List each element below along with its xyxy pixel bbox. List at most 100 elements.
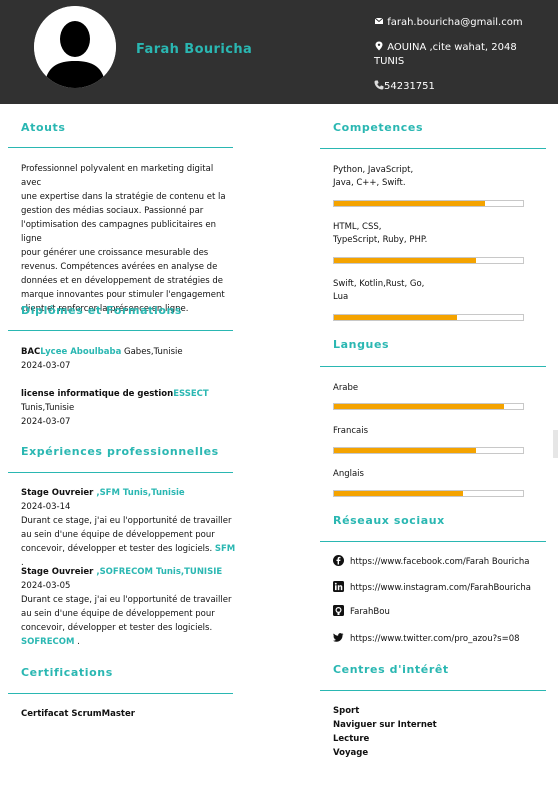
skill-bar: [333, 314, 524, 321]
experience-desc-line: Durant ce stage, j'ai eu l'opportunité d…: [21, 595, 232, 605]
experience-tail: SOFRECOM: [21, 637, 75, 647]
social-link-text[interactable]: https://www.instagram.com/FarahBouricha: [350, 583, 531, 593]
social-link-text[interactable]: https://www.facebook.com/Farah Bouricha: [350, 557, 529, 567]
experience-tail: SFM: [214, 544, 236, 554]
location-pin-icon: [375, 41, 383, 51]
interest-item: Voyage: [333, 748, 369, 758]
skill-label: Java, C++, Swift.: [333, 178, 406, 188]
skill-bar-fill: [334, 258, 476, 263]
competences-divider: [320, 148, 546, 149]
address-line: AOUINA ,cite wahat, 2048 TUNIS: [374, 41, 517, 69]
language-bar-fill: [334, 491, 463, 496]
atouts-line: pour générer une croissance mesurable de…: [21, 248, 209, 258]
twitter-icon: [333, 633, 344, 642]
competences-title: Competences: [333, 121, 424, 134]
email-line: farah.bouricha@gmail.com: [374, 16, 523, 30]
language-label: Arabe: [333, 383, 359, 393]
diploma-item: license informatique de gestionESSECT Tu…: [21, 387, 236, 429]
facebook-icon: [333, 555, 344, 566]
language-bar-fill: [334, 404, 505, 409]
experience-role: Stage Ouvreier: [21, 567, 94, 577]
linkedin-icon: [333, 581, 344, 592]
social-link-twitter[interactable]: https://www.twitter.com/pro_azou?s=08: [333, 632, 520, 645]
skill-bar: [333, 257, 524, 264]
github-icon: [333, 605, 344, 616]
interest-item: Naviguer sur Internet: [333, 720, 437, 730]
experience-desc-line: au sein d'une équipe de développement po…: [21, 609, 215, 619]
interest-item: Sport: [333, 706, 360, 716]
language-label: Anglais: [333, 469, 364, 479]
diploma-date: 2024-03-07: [21, 361, 71, 371]
skill-label: Lua: [333, 292, 349, 302]
certifications-divider: [8, 693, 233, 694]
language-label: Francais: [333, 426, 369, 436]
avatar: [34, 6, 116, 88]
certifications-title: Certifications: [21, 666, 113, 679]
skill-item: HTML, CSS, TypeScript, Ruby, PHP.: [333, 221, 533, 247]
experience-role: Stage Ouvreier: [21, 488, 94, 498]
interets-title: Centres d'intérêt: [333, 663, 449, 676]
experience-desc-line: concevoir, développer et tester des logi…: [21, 623, 213, 633]
experience-company: ,SFM Tunis,Tunisie: [93, 488, 185, 498]
diplomes-divider: [8, 330, 233, 331]
experience-tail-suffix: .: [74, 637, 80, 647]
experience-date: 2024-03-14: [21, 502, 71, 512]
skill-label: Swift, Kotlin,Rust, Go,: [333, 279, 425, 289]
atouts-line: Professionnel polyvalent en marketing di…: [21, 164, 214, 188]
experience-desc-line: concevoir, développer et tester des logi…: [21, 544, 213, 554]
diplomes-title: Diplômes et Formations: [21, 304, 183, 317]
scrollbar-thumb[interactable]: [553, 430, 558, 458]
experiences-divider: [8, 472, 233, 473]
atouts-line: revenus. Compétences avérées en analyse …: [21, 262, 218, 272]
language-bar: [333, 447, 524, 454]
header: Farah Bouricha farah.bouricha@gmail.com …: [0, 0, 558, 104]
certification-item: Certifacat ScrumMaster: [21, 709, 135, 719]
phone-line: 54231751: [374, 80, 435, 94]
experience-desc-line: Durant ce stage, j'ai eu l'opportunité d…: [21, 516, 232, 526]
address-line1: AOUINA ,cite wahat, 2048: [387, 42, 517, 53]
experience-company: ,SOFRECOM Tunis,TUNISIE: [93, 567, 223, 577]
skill-bar-fill: [334, 315, 457, 320]
experience-date: 2024-03-05: [21, 581, 71, 591]
atouts-title: Atouts: [21, 121, 66, 134]
atouts-text: Professionnel polyvalent en marketing di…: [21, 162, 236, 316]
skill-item: Swift, Kotlin,Rust, Go, Lua: [333, 278, 533, 304]
interest-item: Lecture: [333, 734, 370, 744]
atouts-divider: [8, 147, 233, 148]
social-link-text[interactable]: FarahBou: [350, 607, 390, 617]
phone-text: 54231751: [384, 81, 435, 92]
atouts-line: l'optimisation des campagnes publicitair…: [21, 220, 217, 244]
langues-title: Langues: [333, 338, 390, 351]
skill-bar-fill: [334, 201, 486, 206]
reseaux-title: Réseaux sociaux: [333, 514, 445, 527]
language-bar-fill: [334, 448, 476, 453]
experience-desc-line: au sein d'une équipe de développement po…: [21, 530, 215, 540]
diploma-school: Lycee Aboulbaba: [40, 347, 122, 357]
user-silhouette-icon: [34, 6, 116, 88]
skill-item: Python, JavaScript, Java, C++, Swift.: [333, 164, 533, 190]
language-bar: [333, 403, 524, 410]
language-bar: [333, 490, 524, 497]
diploma-place: Tunis,Tunisie: [21, 403, 75, 413]
social-link-instagram[interactable]: https://www.instagram.com/FarahBouricha: [333, 581, 531, 594]
atouts-line: une expertise dans la stratégie de conte…: [21, 192, 226, 202]
full-name: Farah Bouricha: [136, 42, 253, 57]
experience-item: Stage Ouvreier ,SFM Tunis,Tunisie 2024-0…: [21, 486, 236, 570]
social-link-github[interactable]: FarahBou: [333, 605, 390, 618]
social-link-text[interactable]: https://www.twitter.com/pro_azou?s=08: [350, 634, 520, 644]
diploma-date: 2024-03-07: [21, 417, 71, 427]
diploma-degree: BAC: [21, 347, 41, 357]
atouts-line: marque innovantes pour stimuler l'engage…: [21, 290, 225, 300]
address-line2: TUNIS: [374, 56, 405, 67]
reseaux-divider: [320, 541, 546, 542]
diploma-place: Gabes,Tunisie: [121, 347, 183, 357]
email-icon: [374, 17, 384, 24]
skill-label: HTML, CSS,: [333, 222, 382, 232]
experience-item: Stage Ouvreier ,SOFRECOM Tunis,TUNISIE 2…: [21, 565, 236, 649]
diploma-item: BACLycee Aboulbaba Gabes,Tunisie 2024-03…: [21, 345, 236, 373]
social-link-facebook[interactable]: https://www.facebook.com/Farah Bouricha: [333, 555, 529, 568]
atouts-line: données et en développement de stratégie…: [21, 276, 224, 286]
interests-list: Sport Naviguer sur Internet Lecture Voya…: [333, 704, 437, 760]
diploma-degree: license informatique de gestion: [21, 389, 174, 399]
skill-bar: [333, 200, 524, 207]
